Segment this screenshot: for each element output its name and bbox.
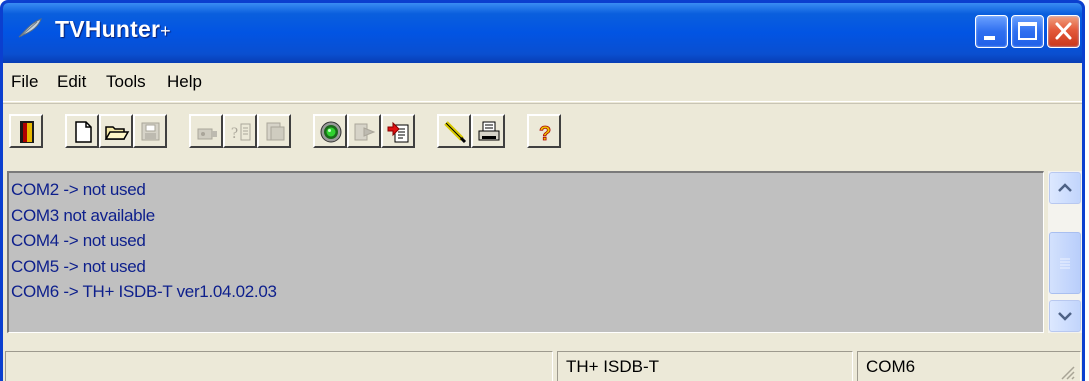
import-button[interactable] (381, 114, 415, 148)
help-button[interactable]: ? (527, 114, 561, 148)
log-line: COM4 -> not used (11, 231, 146, 250)
minimize-icon (984, 36, 995, 40)
window-title: TVHunter+ (55, 16, 171, 43)
status-bar: TH+ ISDB-T COM6 (3, 349, 1082, 381)
svg-text:?: ? (539, 123, 551, 145)
title-bar[interactable]: TVHunter+ (3, 3, 1082, 63)
data-icon (266, 122, 285, 141)
printer-icon (478, 121, 500, 141)
grip-icon (1060, 258, 1070, 269)
window-title-suffix: + (160, 21, 171, 41)
scroll-down-button[interactable] (1049, 300, 1081, 332)
menu-bar: File Edit Tools Help (3, 63, 1082, 102)
data-button[interactable] (257, 114, 291, 148)
log-text: COM2 -> not used COM3 not available COM4 -… (11, 177, 277, 305)
resize-grip-icon[interactable] (1058, 363, 1076, 381)
toolbar: ? ? (3, 103, 1082, 158)
chevron-down-icon (1058, 312, 1072, 321)
log-line: COM2 -> not used (11, 180, 146, 199)
menu-file[interactable]: File (7, 72, 42, 92)
menu-tools[interactable]: Tools (102, 72, 150, 92)
log-line: COM5 -> not used (11, 256, 146, 276)
export-button[interactable] (347, 114, 381, 148)
log-line: COM3 not available (11, 205, 155, 225)
exit-door-icon (20, 121, 34, 143)
close-icon (1055, 22, 1072, 40)
minimize-button[interactable] (975, 15, 1008, 48)
chevron-up-icon (1058, 183, 1072, 192)
device-icon (197, 128, 217, 140)
import-document-icon (387, 121, 409, 143)
menu-help[interactable]: Help (163, 72, 206, 92)
client-area: File Edit Tools Help ? ? COM2 -> not use… (3, 63, 1082, 381)
maximize-icon (1018, 22, 1037, 40)
window-title-text: TVHunter (55, 16, 161, 42)
status-panel-device: TH+ ISDB-T (557, 351, 853, 381)
pencil-icon (444, 121, 467, 144)
log-output[interactable]: COM2 -> not used COM3 not available COM4 -… (7, 171, 1044, 333)
open-button[interactable] (99, 114, 133, 148)
export-arrow-icon (354, 123, 376, 141)
feather-icon[interactable] (17, 17, 43, 39)
status-panel-port: COM6 (857, 351, 1081, 381)
vertical-scrollbar[interactable] (1048, 171, 1082, 333)
help-question-icon: ? (539, 123, 552, 145)
query-button[interactable]: ? (223, 114, 257, 148)
query-icon: ? (231, 123, 251, 142)
save-icon (141, 122, 160, 141)
device-button[interactable] (189, 114, 223, 148)
app-window: TVHunter+ File Edit Tools Help ? ? COM2 … (0, 0, 1085, 381)
maximize-button[interactable] (1011, 15, 1044, 48)
menu-edit[interactable]: Edit (53, 72, 90, 92)
svg-text:?: ? (231, 125, 238, 142)
connect-button[interactable] (313, 114, 347, 148)
exit-button[interactable] (9, 114, 43, 148)
edit-button[interactable] (437, 114, 471, 148)
scroll-up-button[interactable] (1049, 172, 1081, 204)
close-button[interactable] (1047, 15, 1080, 48)
open-folder-icon (104, 126, 130, 140)
new-document-icon (75, 121, 92, 143)
log-line: COM6 -> TH+ ISDB-T ver1.04.02.03 (11, 282, 277, 301)
scroll-thumb[interactable] (1049, 232, 1081, 294)
connect-green-icon (320, 121, 342, 143)
print-button[interactable] (471, 114, 505, 148)
save-button[interactable] (133, 114, 167, 148)
status-panel-message (5, 351, 553, 381)
new-button[interactable] (65, 114, 99, 148)
